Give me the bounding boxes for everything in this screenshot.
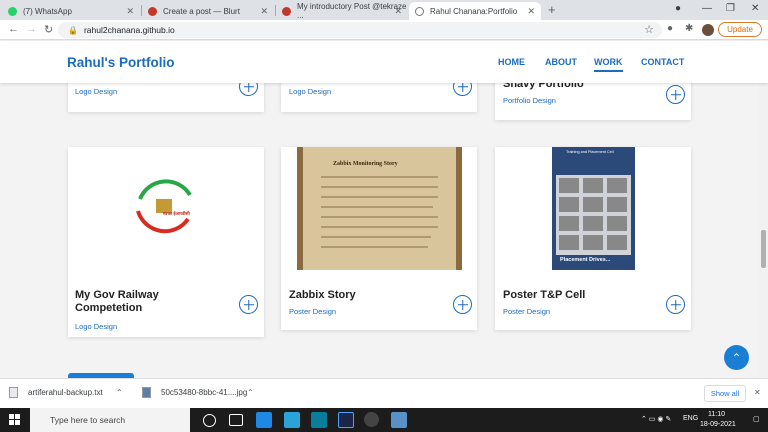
expand-plus-icon[interactable] [239,295,258,314]
nav-work[interactable]: WORK [594,57,623,72]
edge-icon[interactable] [256,412,272,428]
tab-whatsapp[interactable]: (7) WhatsApp ✕ [2,2,140,20]
blurt-icon [148,6,157,16]
download-filename: artiferahul-backup.txt [28,388,103,397]
card-title: My Gov Railway Competetion [75,289,159,315]
tab-title: My introductory Post @tekraze ... [297,2,407,20]
downloads-bar: artiferahul-backup.txt ⌃ 50c53480-8bbc-4… [0,378,768,408]
back-icon[interactable]: ← [8,23,19,35]
poster-header: Training and Placement Cell [566,150,614,154]
card-title: Zabbix Story [289,289,356,301]
clock-time[interactable]: 11:10 [708,411,725,418]
tab-portfolio[interactable]: Rahul Chanana:Portfolio ✕ [409,2,541,20]
card-image: स्वच्छ ईआरडीसी [68,147,264,270]
site-header: Rahul's Portfolio HOME ABOUT WORK CONTAC… [0,41,768,83]
nav-about[interactable]: ABOUT [545,57,577,67]
taskbar-search-input[interactable]: Type here to search [30,408,190,432]
language-indicator[interactable]: ENG [683,415,698,422]
close-icon[interactable]: ✕ [754,388,761,397]
portfolio-card[interactable]: Zabbix Monitoring Story Zabbix Story Pos… [281,147,477,330]
bookmark-star-icon[interactable]: ☆ [644,23,654,36]
new-tab-button[interactable]: + [548,2,556,17]
search-placeholder: Type here to search [50,415,126,425]
chrome-icon[interactable] [364,412,379,427]
portfolio-card[interactable]: Training and Placement Cell Placement Dr… [495,147,691,330]
poster-collage [556,175,631,255]
browser-tab-bar: (7) WhatsApp ✕ Create a post — Blurt ✕ M… [0,0,768,20]
image-file-icon [142,387,151,398]
card-title-line: My Gov Railway [75,289,159,301]
expand-plus-icon[interactable] [666,295,685,314]
download-item[interactable]: 50c53480-8bbc-41....jpg [142,387,247,398]
restore-icon[interactable]: ❐ [726,3,735,14]
address-bar-row: ← → ↻ 🔒 rahul2chanana.github.io ☆ ● ✱ [0,20,768,40]
app-icon[interactable] [391,412,407,428]
close-tab-icon[interactable]: ✕ [260,6,268,17]
card-image: Training and Placement Cell Placement Dr… [552,147,635,270]
clock-date[interactable]: 18-09-2021 [700,421,736,428]
blurt-icon [282,6,291,16]
store-icon[interactable] [311,412,327,428]
nav-contact[interactable]: CONTACT [641,57,684,67]
portfolio-card[interactable]: स्वच्छ ईआरडीसी My Gov Railway Competetio… [68,147,264,337]
close-tab-icon[interactable]: ✕ [126,6,134,17]
edge-new-icon[interactable] [284,412,300,428]
close-tab-icon[interactable]: ✕ [527,6,535,17]
chevron-up-icon: ⌃ [731,350,742,365]
tab-title: (7) WhatsApp [23,6,72,16]
file-icon [9,387,18,398]
card-category: Logo Design [289,87,332,96]
task-view-icon[interactable] [229,414,243,426]
url-text: rahul2chanana.github.io [83,25,175,35]
windows-start-icon[interactable] [9,414,20,425]
railway-logo-image [136,179,192,234]
update-button[interactable]: Update [718,22,762,37]
card-category: Poster Design [289,307,337,316]
photoshop-icon[interactable] [338,412,354,428]
card-image: Zabbix Monitoring Story [297,147,462,270]
reload-icon[interactable]: ↻ [44,23,53,36]
back-to-top-button[interactable]: ⌃ [724,345,749,370]
close-tab-icon[interactable]: ✕ [394,6,402,17]
card-category: Logo Design [75,87,118,96]
card-category: Portfolio Design [503,96,556,105]
notifications-icon[interactable]: ▢ [753,415,760,423]
download-item[interactable]: artiferahul-backup.txt [9,387,103,398]
minimize-icon[interactable]: — [702,3,712,14]
url-field[interactable]: 🔒 rahul2chanana.github.io ☆ [58,22,662,38]
card-title-line: Competetion [75,302,143,314]
expand-plus-icon[interactable] [666,85,685,104]
whatsapp-icon [8,6,17,16]
scrollbar-thumb[interactable] [761,230,766,268]
chevron-up-icon[interactable]: ⌃ [247,388,254,397]
poster-footer: Placement Drives... [560,257,611,263]
nav-home[interactable]: HOME [498,57,525,67]
system-tray-icons[interactable]: ⌃ ▭ ◉ ✎ [641,415,671,423]
extensions-icon[interactable]: ✱ [685,23,693,34]
forward-icon[interactable]: → [26,23,37,35]
tab-blurt[interactable]: Create a post — Blurt ✕ [142,2,274,20]
download-icon[interactable]: ● [667,23,673,34]
avatar[interactable] [702,24,714,36]
card-category: Poster Design [503,307,551,316]
globe-icon [415,6,424,16]
tab-search-icon[interactable]: ● [675,3,681,14]
site-logo[interactable]: Rahul's Portfolio [67,55,174,70]
chevron-up-icon[interactable]: ⌃ [116,388,123,397]
tab-title: Rahul Chanana:Portfolio [430,6,518,16]
show-all-button[interactable]: Show all [704,385,746,402]
download-filename: 50c53480-8bbc-41....jpg [161,388,248,397]
card-title: Poster T&P Cell [503,289,586,301]
logo-lettering: स्वच्छ ईआरडीसी [163,211,190,216]
card-category: Logo Design [75,322,118,331]
close-window-icon[interactable]: ✕ [751,3,759,14]
expand-plus-icon[interactable] [453,295,472,314]
image-caption: Zabbix Monitoring Story [333,161,398,167]
lock-icon: 🔒 [68,25,78,35]
tab-tekraze[interactable]: My introductory Post @tekraze ... ✕ [276,2,408,20]
cortana-icon[interactable] [203,414,216,427]
windows-taskbar: Type here to search ⌃ ▭ ◉ ✎ ENG 11:10 18… [0,408,768,432]
tab-title: Create a post — Blurt [163,6,240,16]
